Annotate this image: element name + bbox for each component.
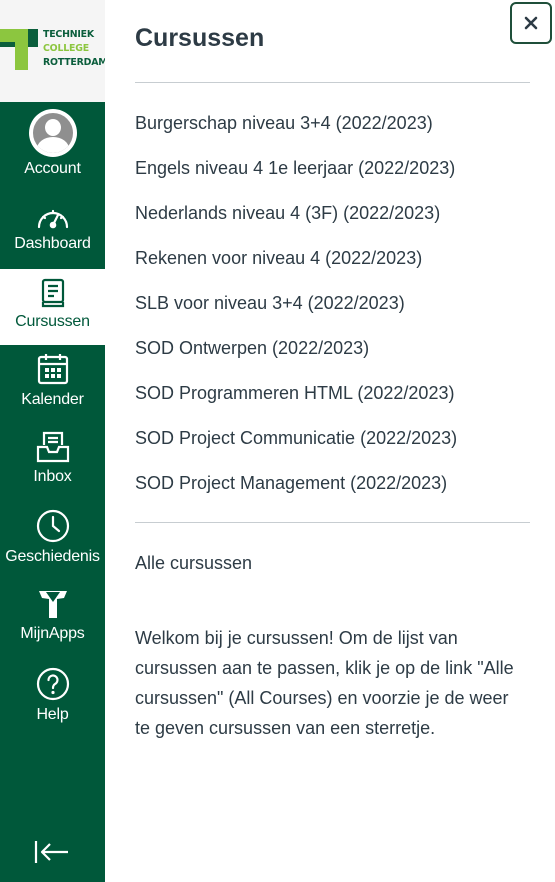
close-icon: [524, 16, 538, 30]
course-list: Burgerschap niveau 3+4 (2022/2023) Engel…: [135, 109, 457, 514]
nav-history-label: Geschiedenis: [5, 548, 100, 565]
nav-inbox-label: Inbox: [33, 468, 72, 485]
logo-mark-icon: [0, 29, 38, 70]
nav-help-label: Help: [36, 706, 69, 723]
tray-title: Cursussen: [135, 24, 265, 52]
logo-line-3: ROTTERDAM: [43, 57, 105, 68]
list-item: SOD Programmeren HTML (2022/2023): [135, 379, 457, 424]
nav-dashboard[interactable]: Dashboard: [0, 203, 105, 253]
course-link[interactable]: SOD Project Communicatie (2022/2023): [135, 428, 457, 448]
course-link[interactable]: Rekenen voor niveau 4 (2022/2023): [135, 248, 422, 268]
course-link[interactable]: Nederlands niveau 4 (3F) (2022/2023): [135, 203, 440, 223]
list-item: SOD Project Management (2022/2023): [135, 469, 457, 514]
close-button[interactable]: [510, 2, 552, 44]
welcome-text: Welkom bij je cursussen! Om de lijst van…: [135, 628, 514, 738]
course-link[interactable]: SLB voor niveau 3+4 (2022/2023): [135, 293, 405, 313]
all-courses-link[interactable]: Alle cursussen: [135, 549, 252, 577]
collapse-arrow-icon: [34, 841, 68, 863]
list-item: SLB voor niveau 3+4 (2022/2023): [135, 289, 457, 334]
nav-courses[interactable]: Cursussen: [0, 269, 105, 345]
inbox-icon: [36, 431, 69, 463]
course-link[interactable]: Burgerschap niveau 3+4 (2022/2023): [135, 113, 433, 133]
list-item: Engels niveau 4 1e leerjaar (2022/2023): [135, 154, 457, 199]
list-item: Rekenen voor niveau 4 (2022/2023): [135, 244, 457, 289]
school-logo[interactable]: TECHNIEK COLLEGE ROTTERDAM: [0, 0, 105, 102]
nav-calendar[interactable]: Kalender: [0, 353, 105, 409]
nav-account-label: Account: [24, 160, 81, 177]
course-link[interactable]: Engels niveau 4 1e leerjaar (2022/2023): [135, 158, 455, 178]
apps-logo-icon: [38, 591, 67, 618]
nav-courses-label: Cursussen: [15, 313, 90, 330]
nav-help[interactable]: Help: [0, 667, 105, 724]
avatar: [30, 111, 75, 155]
dashboard-gauge-icon: [37, 209, 68, 229]
list-item: Burgerschap niveau 3+4 (2022/2023): [135, 109, 457, 154]
courses-book-icon: [41, 278, 64, 308]
collapse-nav-button[interactable]: [0, 822, 105, 882]
divider: [135, 82, 530, 83]
logo-text: TECHNIEK COLLEGE ROTTERDAM: [43, 28, 105, 70]
course-link[interactable]: SOD Programmeren HTML (2022/2023): [135, 383, 454, 403]
list-item: SOD Project Communicatie (2022/2023): [135, 424, 457, 469]
course-link[interactable]: SOD Project Management (2022/2023): [135, 473, 447, 493]
logo-line-2: COLLEGE: [43, 43, 89, 54]
nav-history[interactable]: Geschiedenis: [0, 509, 105, 566]
history-clock-icon: [36, 509, 69, 543]
nav-inbox[interactable]: Inbox: [0, 431, 105, 486]
nav-apps[interactable]: MijnApps: [0, 588, 105, 643]
nav-apps-label: MijnApps: [20, 625, 85, 642]
calendar-icon: [37, 354, 68, 385]
nav-account[interactable]: Account: [0, 111, 105, 178]
global-nav-sidebar: TECHNIEK COLLEGE ROTTERDAM Account Dashb…: [0, 0, 105, 882]
divider: [135, 522, 530, 523]
list-item: Nederlands niveau 4 (3F) (2022/2023): [135, 199, 457, 244]
list-item: SOD Ontwerpen (2022/2023): [135, 334, 457, 379]
nav-calendar-label: Kalender: [21, 391, 84, 408]
nav-dashboard-label: Dashboard: [14, 235, 91, 252]
logo-line-1: TECHNIEK: [43, 29, 94, 40]
help-icon: [36, 667, 69, 701]
course-link[interactable]: SOD Ontwerpen (2022/2023): [135, 338, 369, 358]
